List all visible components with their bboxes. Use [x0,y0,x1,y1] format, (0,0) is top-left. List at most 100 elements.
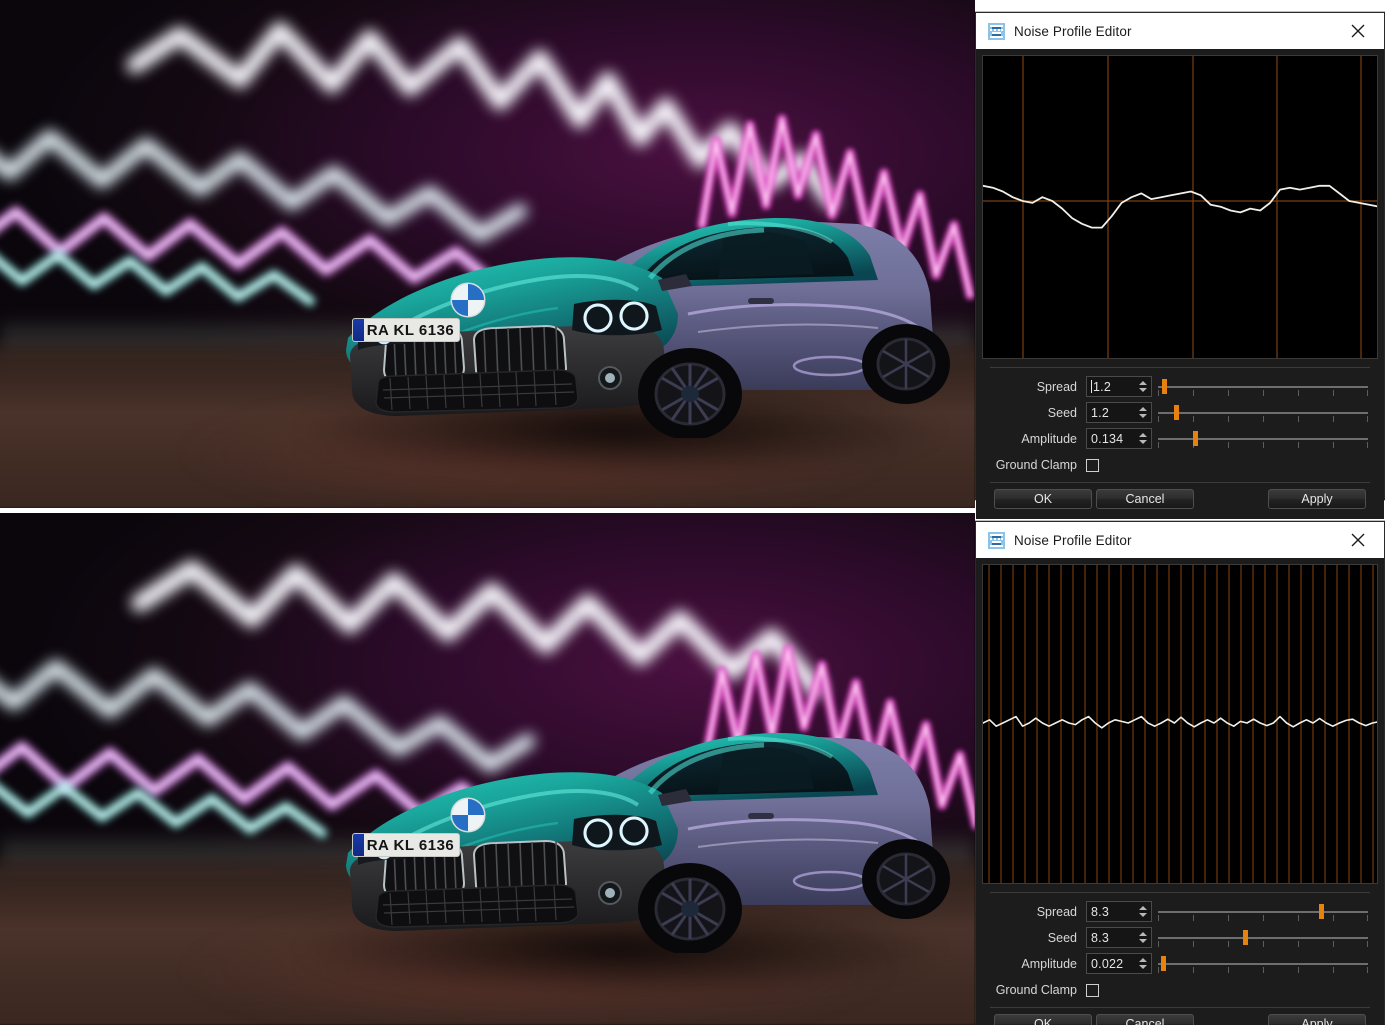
render-viewport-bottom[interactable]: RA KL 6136 [0,513,975,1025]
slider-handle[interactable] [1174,404,1180,420]
slider-ticks [1158,966,1369,974]
seed-stepper[interactable] [1137,403,1151,422]
license-plate: RA KL 6136 [352,833,460,857]
parameter-controls: Spread 1.2 Seed 1.2 Amplitude 0.134 Grou… [982,359,1378,519]
noise-profile-editor-dialog-bottom[interactable]: Noise Profile Editor Spread 8.3 Seed 8.3… [975,521,1385,1025]
slider-ticks [1158,940,1369,948]
slider-handle[interactable] [1193,430,1199,446]
noise-graph-bottom[interactable] [982,564,1378,884]
ok-button[interactable]: OK [994,1014,1092,1025]
field-row-seed: Seed 1.2 [990,400,1370,425]
amplitude-slider[interactable] [1158,953,1370,975]
stepper-down-icon[interactable] [1139,965,1147,969]
stepper-down-icon[interactable] [1139,913,1147,917]
divider [990,482,1370,483]
dialog-body: Spread 1.2 Seed 1.2 Amplitude 0.134 Grou… [976,49,1384,519]
stepper-up-icon[interactable] [1139,407,1147,411]
field-row-spread: Spread 8.3 [990,899,1370,924]
divider [990,367,1370,368]
car-render [258,643,958,953]
slider-ticks [1158,415,1369,423]
stepper-up-icon[interactable] [1139,906,1147,910]
slider-track [1158,962,1368,965]
field-row-amplitude: Amplitude 0.022 [990,951,1370,976]
car-scene-top: RA KL 6136 [0,0,975,508]
spread-spinner[interactable]: 8.3 [1086,901,1152,922]
dialog-button-bar: OK Cancel Apply [990,1014,1370,1025]
slider-ticks [1158,441,1369,449]
stepper-up-icon[interactable] [1139,433,1147,437]
field-row-ground-clamp: Ground Clamp [990,452,1370,478]
slider-track [1158,936,1368,939]
spread-value: 8.3 [1091,904,1109,919]
divider [990,892,1370,893]
spread-spinner[interactable]: 1.2 [1086,376,1152,397]
dialog-title: Noise Profile Editor [1014,23,1132,39]
spread-slider[interactable] [1158,376,1370,398]
stepper-down-icon[interactable] [1139,440,1147,444]
stepper-down-icon[interactable] [1139,939,1147,943]
license-plate: RA KL 6136 [352,318,460,342]
seed-label: Seed [1047,405,1077,420]
dialog-titlebar[interactable]: Noise Profile Editor [976,13,1384,49]
spread-stepper[interactable] [1137,902,1151,921]
amplitude-spinner[interactable]: 0.134 [1086,428,1152,449]
noise-graph-top[interactable] [982,55,1378,359]
license-plate-eu-band [353,319,364,341]
apply-button[interactable]: Apply [1268,489,1366,509]
amplitude-spinner[interactable]: 0.022 [1086,953,1152,974]
amplitude-slider[interactable] [1158,428,1370,450]
slider-handle[interactable] [1161,955,1167,971]
seed-slider[interactable] [1158,927,1370,949]
stepper-up-icon[interactable] [1139,381,1147,385]
field-row-amplitude: Amplitude 0.134 [990,426,1370,451]
cancel-button[interactable]: Cancel [1096,489,1194,509]
seed-slider[interactable] [1158,402,1370,424]
slider-ticks [1158,914,1369,922]
parameter-controls: Spread 8.3 Seed 8.3 Amplitude 0.022 Grou… [982,884,1378,1025]
slider-handle[interactable] [1319,903,1325,919]
noise-profile-icon [988,22,1005,40]
close-icon[interactable] [1338,14,1378,48]
slider-handle[interactable] [1162,378,1168,394]
license-plate-text: RA KL 6136 [366,836,455,854]
divider [990,1007,1370,1008]
stepper-down-icon[interactable] [1139,388,1147,392]
spread-label: Spread [1036,904,1077,919]
amplitude-label: Amplitude [1021,431,1077,446]
license-plate-text: RA KL 6136 [366,321,455,339]
slider-track [1158,385,1368,388]
ground-clamp-checkbox[interactable] [1086,458,1099,472]
slider-track [1158,910,1368,913]
noise-profile-editor-dialog-top[interactable]: Noise Profile Editor Spread 1.2 Seed 1.2… [975,12,1385,519]
slider-track [1158,411,1368,414]
seed-spinner[interactable]: 8.3 [1086,927,1152,948]
spread-stepper[interactable] [1137,377,1151,396]
dialog-button-bar: OK Cancel Apply [990,489,1370,515]
car-scene-bottom: RA KL 6136 [0,513,975,1025]
spread-value: 1.2 [1087,377,1137,396]
dialog-titlebar[interactable]: Noise Profile Editor [976,522,1384,558]
ok-button[interactable]: OK [994,489,1092,509]
field-row-seed: Seed 8.3 [990,925,1370,950]
render-viewport-top[interactable]: RA KL 6136 [0,0,975,508]
stepper-up-icon[interactable] [1139,932,1147,936]
spread-slider[interactable] [1158,901,1370,923]
slider-track [1158,437,1368,440]
seed-stepper[interactable] [1137,928,1151,947]
cancel-button[interactable]: Cancel [1096,1014,1194,1025]
slider-ticks [1158,389,1369,397]
slider-handle[interactable] [1242,929,1248,945]
seed-value: 8.3 [1091,930,1109,945]
amplitude-stepper[interactable] [1137,429,1151,448]
car-render [258,128,958,438]
license-plate-eu-band [353,834,364,856]
amplitude-stepper[interactable] [1137,954,1151,973]
seed-spinner[interactable]: 1.2 [1086,402,1152,423]
close-icon[interactable] [1338,523,1378,557]
ground-clamp-label: Ground Clamp [995,458,1077,472]
apply-button[interactable]: Apply [1268,1014,1366,1025]
ground-clamp-checkbox[interactable] [1086,983,1099,997]
stepper-up-icon[interactable] [1139,958,1147,962]
stepper-down-icon[interactable] [1139,414,1147,418]
